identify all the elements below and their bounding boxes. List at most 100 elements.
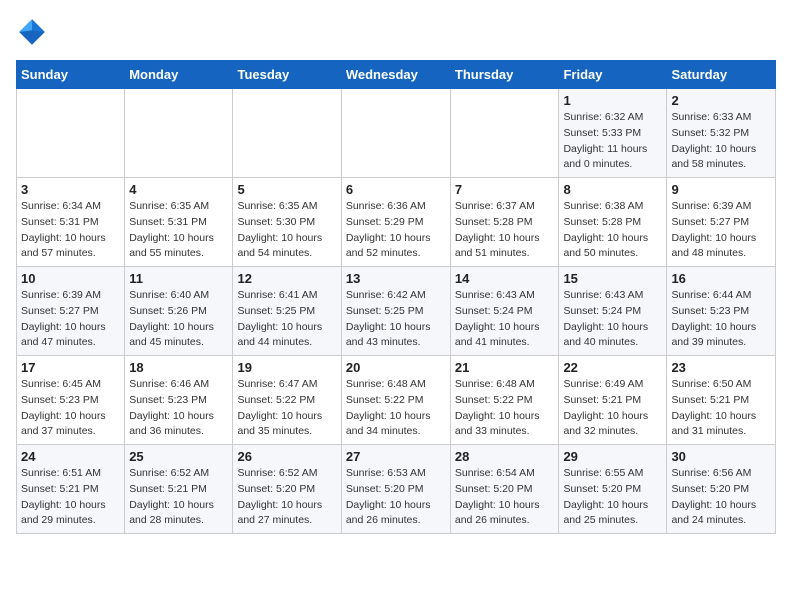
calendar-cell: 23 Sunrise: 6:50 AM Sunset: 5:21 PM Dayli… xyxy=(667,356,776,445)
day-number: 1 xyxy=(563,93,662,108)
day-number: 2 xyxy=(671,93,771,108)
day-info: Sunrise: 6:49 AM Sunset: 5:21 PM Dayligh… xyxy=(563,377,662,440)
day-info: Sunrise: 6:32 AM Sunset: 5:33 PM Dayligh… xyxy=(563,110,662,173)
calendar-cell xyxy=(125,89,233,178)
calendar-cell: 29Sunrise: 6:55 AM Sunset: 5:20 PM Dayli… xyxy=(559,445,667,534)
day-number: 25 xyxy=(129,449,228,464)
calendar-cell xyxy=(17,89,125,178)
calendar-cell: 27 Sunrise: 6:53 AM Sunset: 5:20 PM Dayli… xyxy=(341,445,450,534)
day-number: 17 xyxy=(21,360,120,375)
calendar-week-2: 3Sunrise: 6:34 AM Sunset: 5:31 PM Daylig… xyxy=(17,178,776,267)
calendar-body: 1 Sunrise: 6:32 AM Sunset: 5:33 PM Daylig… xyxy=(17,89,776,534)
calendar-cell: 1 Sunrise: 6:32 AM Sunset: 5:33 PM Daylig… xyxy=(559,89,667,178)
day-info: Sunrise: 6:40 AM Sunset: 5:26 PM Dayligh… xyxy=(129,288,228,351)
page-header xyxy=(16,16,776,48)
calendar-header: SundayMondayTuesdayWednesdayThursdayFrid… xyxy=(17,61,776,89)
day-info: Sunrise: 6:37 AM Sunset: 5:28 PM Dayligh… xyxy=(455,199,555,262)
day-number: 22 xyxy=(563,360,662,375)
day-number: 5 xyxy=(237,182,336,197)
day-info: Sunrise: 6:39 AM Sunset: 5:27 PM Dayligh… xyxy=(671,199,771,262)
calendar-week-5: 24 Sunrise: 6:51 AM Sunset: 5:21 PM Dayli… xyxy=(17,445,776,534)
day-number: 21 xyxy=(455,360,555,375)
calendar-cell xyxy=(233,89,341,178)
calendar-cell: 9 Sunrise: 6:39 AM Sunset: 5:27 PM Daylig… xyxy=(667,178,776,267)
weekday-wednesday: Wednesday xyxy=(341,61,450,89)
calendar-cell: 5 Sunrise: 6:35 AM Sunset: 5:30 PM Daylig… xyxy=(233,178,341,267)
day-info: Sunrise: 6:35 AM Sunset: 5:30 PM Dayligh… xyxy=(237,199,336,262)
day-info: Sunrise: 6:33 AM Sunset: 5:32 PM Dayligh… xyxy=(671,110,771,173)
calendar-cell: 14Sunrise: 6:43 AM Sunset: 5:24 PM Dayli… xyxy=(450,267,559,356)
calendar-cell: 22 Sunrise: 6:49 AM Sunset: 5:21 PM Dayli… xyxy=(559,356,667,445)
day-number: 30 xyxy=(671,449,771,464)
calendar-week-1: 1 Sunrise: 6:32 AM Sunset: 5:33 PM Daylig… xyxy=(17,89,776,178)
day-number: 29 xyxy=(563,449,662,464)
weekday-sunday: Sunday xyxy=(17,61,125,89)
day-info: Sunrise: 6:38 AM Sunset: 5:28 PM Dayligh… xyxy=(563,199,662,262)
calendar-cell: 26 Sunrise: 6:52 AM Sunset: 5:20 PM Dayli… xyxy=(233,445,341,534)
day-number: 7 xyxy=(455,182,555,197)
calendar-week-3: 10 Sunrise: 6:39 AM Sunset: 5:27 PM Dayli… xyxy=(17,267,776,356)
calendar-cell: 15 Sunrise: 6:43 AM Sunset: 5:24 PM Dayli… xyxy=(559,267,667,356)
day-info: Sunrise: 6:47 AM Sunset: 5:22 PM Dayligh… xyxy=(237,377,336,440)
day-number: 13 xyxy=(346,271,446,286)
calendar-cell: 24 Sunrise: 6:51 AM Sunset: 5:21 PM Dayli… xyxy=(17,445,125,534)
calendar-cell: 21 Sunrise: 6:48 AM Sunset: 5:22 PM Dayli… xyxy=(450,356,559,445)
day-info: Sunrise: 6:43 AM Sunset: 5:24 PM Dayligh… xyxy=(563,288,662,351)
calendar-cell: 18Sunrise: 6:46 AM Sunset: 5:23 PM Dayli… xyxy=(125,356,233,445)
day-info: Sunrise: 6:46 AM Sunset: 5:23 PM Dayligh… xyxy=(129,377,228,440)
day-number: 11 xyxy=(129,271,228,286)
day-number: 20 xyxy=(346,360,446,375)
day-number: 15 xyxy=(563,271,662,286)
calendar-cell: 13 Sunrise: 6:42 AM Sunset: 5:25 PM Dayli… xyxy=(341,267,450,356)
day-info: Sunrise: 6:50 AM Sunset: 5:21 PM Dayligh… xyxy=(671,377,771,440)
day-info: Sunrise: 6:52 AM Sunset: 5:21 PM Dayligh… xyxy=(129,466,228,529)
day-number: 12 xyxy=(237,271,336,286)
day-info: Sunrise: 6:53 AM Sunset: 5:20 PM Dayligh… xyxy=(346,466,446,529)
calendar-cell: 17 Sunrise: 6:45 AM Sunset: 5:23 PM Dayli… xyxy=(17,356,125,445)
calendar-cell: 11 Sunrise: 6:40 AM Sunset: 5:26 PM Dayli… xyxy=(125,267,233,356)
day-info: Sunrise: 6:39 AM Sunset: 5:27 PM Dayligh… xyxy=(21,288,120,351)
day-info: Sunrise: 6:44 AM Sunset: 5:23 PM Dayligh… xyxy=(671,288,771,351)
calendar-cell: 20Sunrise: 6:48 AM Sunset: 5:22 PM Dayli… xyxy=(341,356,450,445)
day-info: Sunrise: 6:45 AM Sunset: 5:23 PM Dayligh… xyxy=(21,377,120,440)
calendar-cell: 25 Sunrise: 6:52 AM Sunset: 5:21 PM Dayli… xyxy=(125,445,233,534)
logo-icon xyxy=(16,16,48,48)
calendar-cell xyxy=(341,89,450,178)
weekday-thursday: Thursday xyxy=(450,61,559,89)
weekday-header-row: SundayMondayTuesdayWednesdayThursdayFrid… xyxy=(17,61,776,89)
day-info: Sunrise: 6:52 AM Sunset: 5:20 PM Dayligh… xyxy=(237,466,336,529)
weekday-monday: Monday xyxy=(125,61,233,89)
day-info: Sunrise: 6:48 AM Sunset: 5:22 PM Dayligh… xyxy=(455,377,555,440)
calendar-cell: 3Sunrise: 6:34 AM Sunset: 5:31 PM Daylig… xyxy=(17,178,125,267)
day-info: Sunrise: 6:36 AM Sunset: 5:29 PM Dayligh… xyxy=(346,199,446,262)
calendar-cell: 10 Sunrise: 6:39 AM Sunset: 5:27 PM Dayli… xyxy=(17,267,125,356)
day-number: 8 xyxy=(563,182,662,197)
calendar-cell: 12Sunrise: 6:41 AM Sunset: 5:25 PM Dayli… xyxy=(233,267,341,356)
calendar-cell: 30 Sunrise: 6:56 AM Sunset: 5:20 PM Dayli… xyxy=(667,445,776,534)
calendar-week-4: 17 Sunrise: 6:45 AM Sunset: 5:23 PM Dayli… xyxy=(17,356,776,445)
day-number: 24 xyxy=(21,449,120,464)
day-number: 10 xyxy=(21,271,120,286)
day-info: Sunrise: 6:54 AM Sunset: 5:20 PM Dayligh… xyxy=(455,466,555,529)
weekday-tuesday: Tuesday xyxy=(233,61,341,89)
day-number: 16 xyxy=(671,271,771,286)
day-number: 23 xyxy=(671,360,771,375)
logo xyxy=(16,16,52,48)
day-number: 27 xyxy=(346,449,446,464)
calendar-table: SundayMondayTuesdayWednesdayThursdayFrid… xyxy=(16,60,776,534)
calendar-cell: 7 Sunrise: 6:37 AM Sunset: 5:28 PM Daylig… xyxy=(450,178,559,267)
calendar-cell: 16 Sunrise: 6:44 AM Sunset: 5:23 PM Dayli… xyxy=(667,267,776,356)
day-number: 9 xyxy=(671,182,771,197)
calendar-cell: 8 Sunrise: 6:38 AM Sunset: 5:28 PM Daylig… xyxy=(559,178,667,267)
calendar-cell: 28Sunrise: 6:54 AM Sunset: 5:20 PM Dayli… xyxy=(450,445,559,534)
weekday-saturday: Saturday xyxy=(667,61,776,89)
day-number: 4 xyxy=(129,182,228,197)
day-info: Sunrise: 6:42 AM Sunset: 5:25 PM Dayligh… xyxy=(346,288,446,351)
day-info: Sunrise: 6:51 AM Sunset: 5:21 PM Dayligh… xyxy=(21,466,120,529)
day-number: 26 xyxy=(237,449,336,464)
day-number: 14 xyxy=(455,271,555,286)
day-number: 6 xyxy=(346,182,446,197)
day-number: 19 xyxy=(237,360,336,375)
day-info: Sunrise: 6:56 AM Sunset: 5:20 PM Dayligh… xyxy=(671,466,771,529)
calendar-cell xyxy=(450,89,559,178)
